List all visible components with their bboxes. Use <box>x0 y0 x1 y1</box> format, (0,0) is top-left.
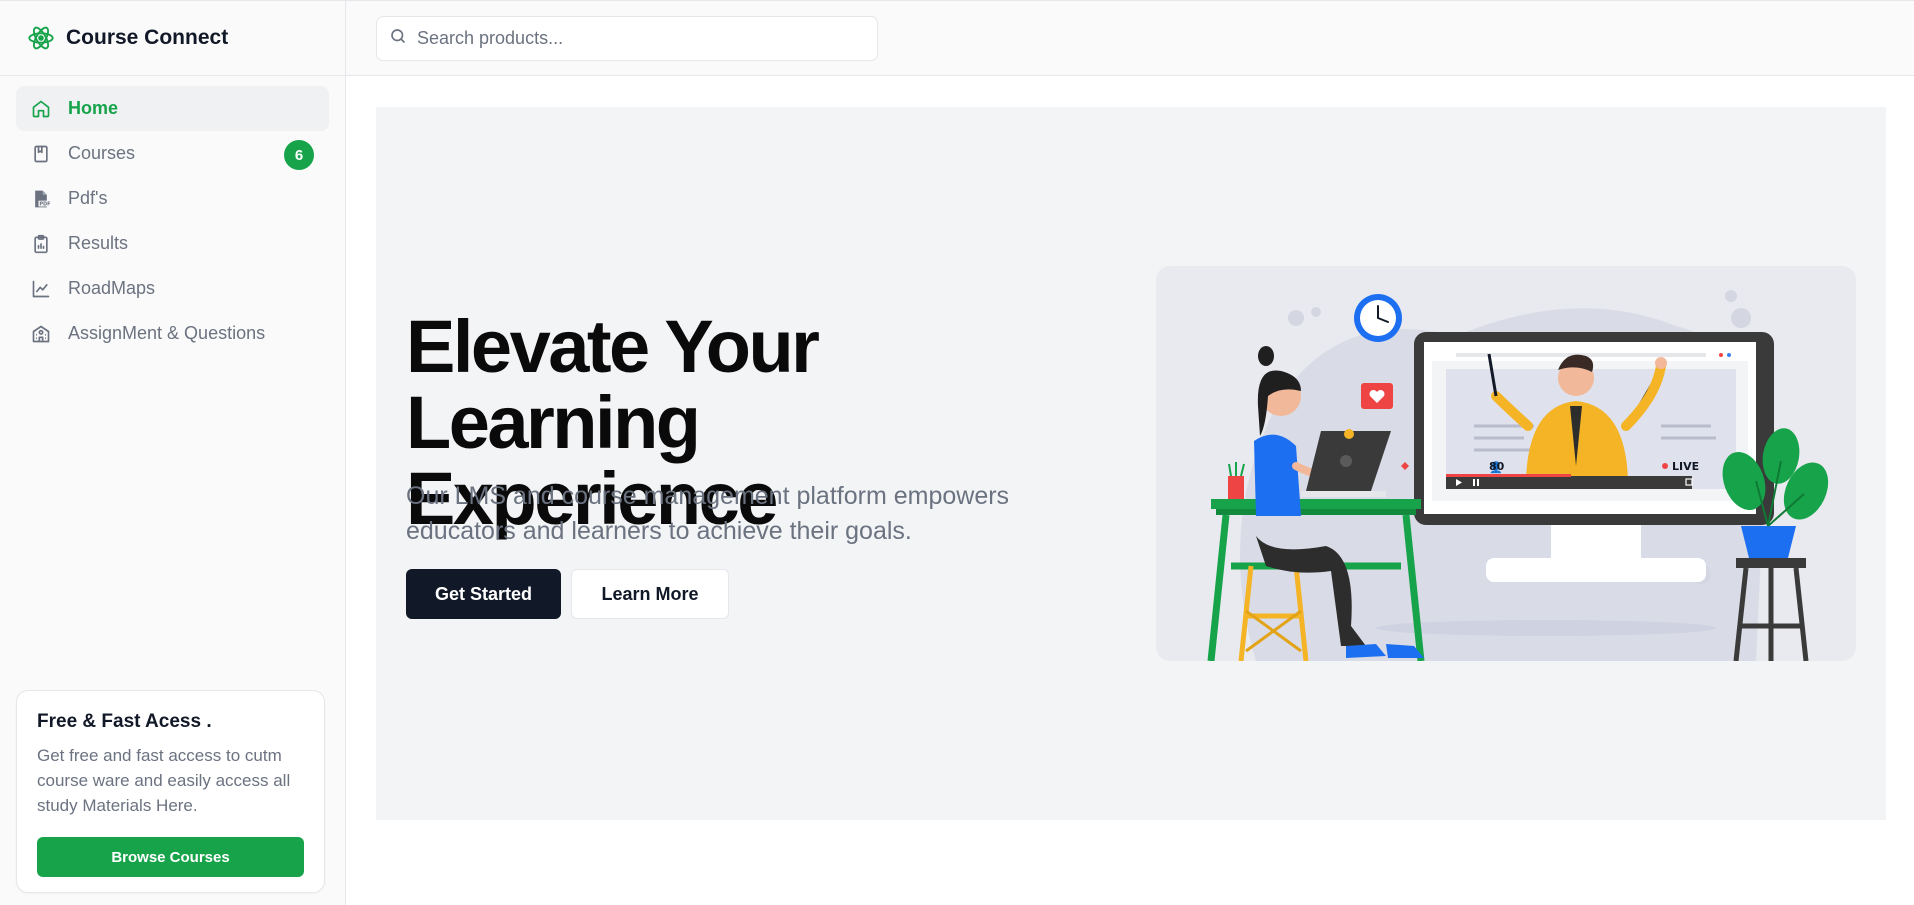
svg-text:PDF: PDF <box>39 201 50 207</box>
sidebar-item-courses[interactable]: Courses 6 <box>16 131 329 176</box>
clock-icon <box>1354 294 1402 342</box>
hero-title-line-1: Elevate Your <box>406 305 820 388</box>
live-label: LIVE <box>1672 460 1699 473</box>
sidebar-item-assignments[interactable]: AssignMent & Questions <box>16 311 329 356</box>
sidebar-item-label: Results <box>68 233 129 253</box>
viewer-count: 80 <box>1489 460 1505 473</box>
sidebar-item-label: Pdf's <box>68 188 108 208</box>
line-chart-icon <box>30 278 52 300</box>
sidebar-item-pdfs[interactable]: PDF Pdf's <box>16 176 329 221</box>
book-icon <box>30 143 52 165</box>
school-icon <box>30 323 52 345</box>
pdf-file-icon: PDF <box>30 188 52 210</box>
search-icon <box>389 27 407 50</box>
sidebar-item-home[interactable]: Home <box>16 86 329 131</box>
learn-more-button[interactable]: Learn More <box>571 569 729 619</box>
app-window: Course Connect Home Courses 6 PDF Pdf's … <box>0 0 1914 905</box>
sidebar: Course Connect Home Courses 6 PDF Pdf's … <box>0 1 346 905</box>
home-icon <box>30 98 52 120</box>
brand[interactable]: Course Connect <box>0 1 345 76</box>
hero-subtitle: Our LMS and course management platform e… <box>406 482 1010 545</box>
sidebar-item-results[interactable]: Results <box>16 221 329 266</box>
atom-logo-icon <box>26 23 56 53</box>
hero-illustration: 👤 80 LIVE <box>1156 266 1856 661</box>
browse-courses-button[interactable]: Browse Courses <box>37 837 304 877</box>
sidebar-item-label: Home <box>68 98 119 118</box>
sidebar-nav: Home Courses 6 PDF Pdf's Results RoadMap… <box>0 76 345 356</box>
courses-count-badge: 6 <box>284 140 314 170</box>
brand-name: Course Connect <box>66 26 229 49</box>
top-header <box>346 1 1914 76</box>
sidebar-item-label: AssignMent & Questions <box>68 323 266 343</box>
search-input[interactable] <box>417 28 857 49</box>
promo-card: Free & Fast Acess . Get free and fast ac… <box>16 690 325 893</box>
clipboard-icon <box>30 233 52 255</box>
promo-text: Get free and fast access to cutm course … <box>37 746 291 815</box>
sidebar-item-label: RoadMaps <box>68 278 156 298</box>
get-started-button[interactable]: Get Started <box>406 569 561 619</box>
sidebar-item-roadmaps[interactable]: RoadMaps <box>16 266 329 311</box>
sidebar-item-label: Courses <box>68 143 136 163</box>
search-box[interactable] <box>376 16 878 61</box>
hero-section: Elevate Your Learning Experience Our LMS… <box>376 107 1886 820</box>
promo-title: Free & Fast Acess . <box>37 711 212 732</box>
